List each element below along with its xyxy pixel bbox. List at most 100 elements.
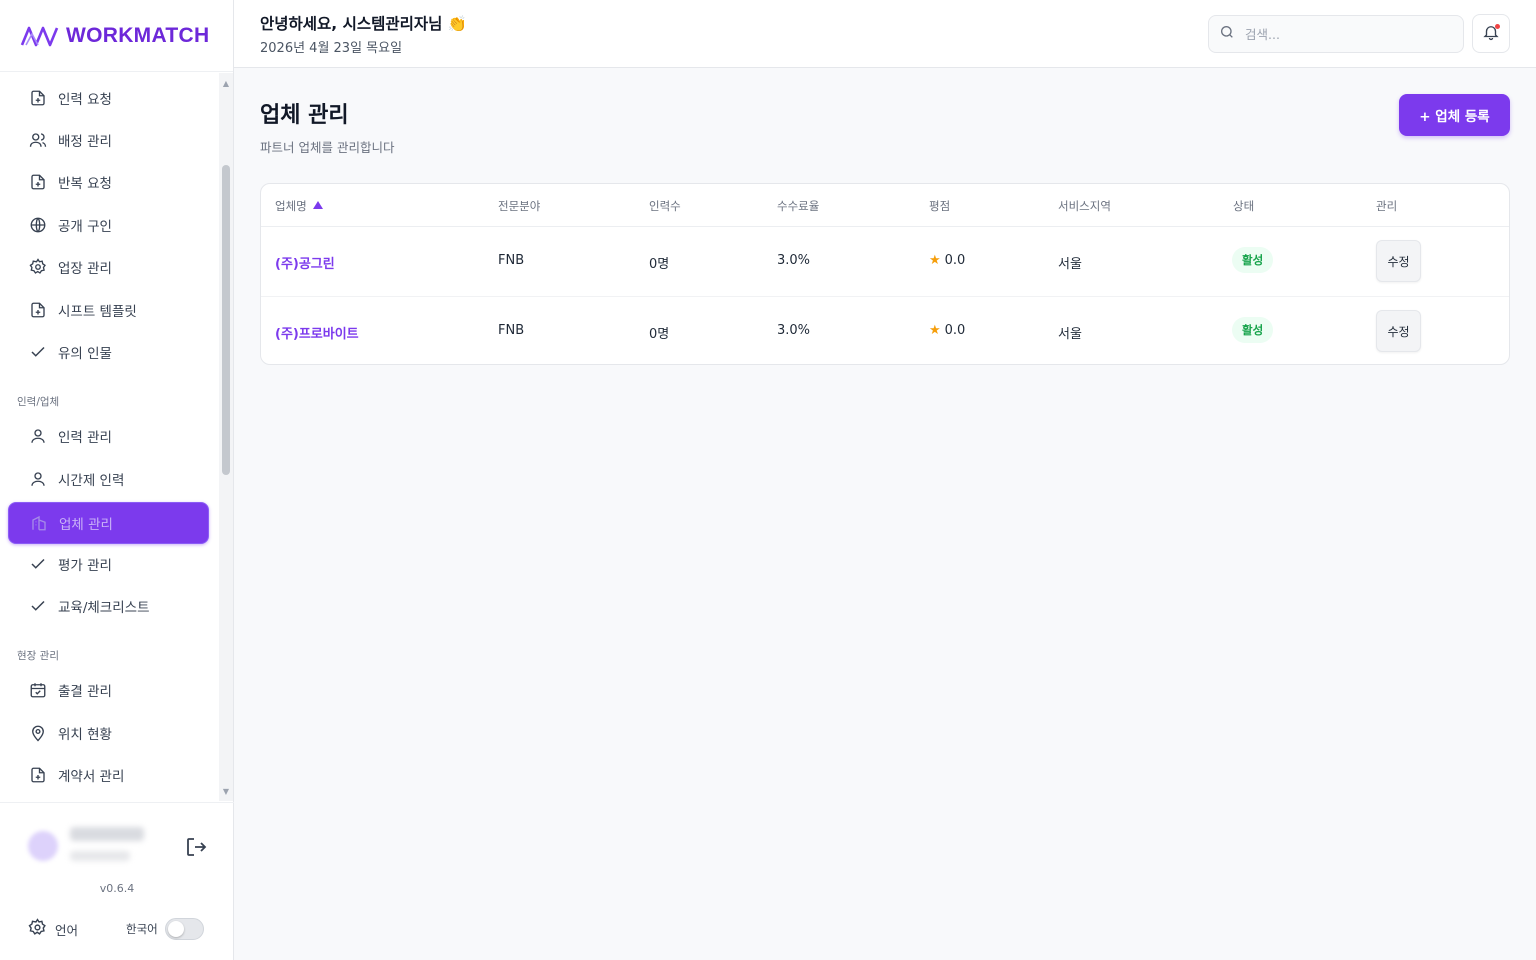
user-icon bbox=[28, 469, 48, 489]
sidebar-item-label: 교육/체크리스트 bbox=[58, 600, 150, 616]
vendor-region: 서울 bbox=[1058, 257, 1082, 272]
sidebar-item-label: 인력 관리 bbox=[58, 430, 112, 446]
sidebar-item-evaluation[interactable]: 평가 관리 bbox=[8, 543, 209, 585]
section-label-site: 현장 관리 bbox=[17, 650, 59, 662]
check-icon bbox=[28, 596, 48, 616]
sidebar-item-shift-template[interactable]: 시프트 템플릿 bbox=[8, 289, 209, 331]
sidebar-footer: v0.6.4 언어 한국어 bbox=[0, 802, 234, 960]
vendor-name-link[interactable]: (주)프로바이트 bbox=[275, 323, 359, 342]
sidebar-item-workplace[interactable]: 업장 관리 bbox=[8, 246, 209, 288]
file-plus-icon bbox=[28, 300, 48, 320]
user-icon bbox=[28, 426, 48, 446]
sidebar-item-staff-request[interactable]: 인력 요청 bbox=[8, 77, 209, 119]
notification-dot bbox=[1495, 24, 1500, 29]
sidebar-item-label: 반복 요청 bbox=[58, 176, 112, 192]
sidebar-item-label: 인력 요청 bbox=[58, 92, 112, 108]
check-icon bbox=[28, 342, 48, 362]
sidebar-scrollbar[interactable]: ▲ ▼ bbox=[219, 73, 233, 801]
scroll-down-icon[interactable]: ▼ bbox=[221, 787, 231, 797]
app-version: v0.6.4 bbox=[99, 882, 135, 895]
star-icon: ★ bbox=[929, 253, 941, 268]
sidebar: WORKMATCH 인력 요청 배정 관리 반복 요청 공개 구인 업장 관리 … bbox=[0, 0, 234, 960]
language-setting[interactable]: 언어 bbox=[28, 918, 78, 940]
vendor-region: 서울 bbox=[1058, 327, 1082, 342]
sidebar-item-staff[interactable]: 인력 관리 bbox=[8, 415, 209, 457]
map-pin-icon bbox=[28, 723, 48, 743]
file-plus-icon bbox=[28, 88, 48, 108]
user-role-redacted bbox=[70, 851, 130, 861]
sidebar-item-label: 시간제 인력 bbox=[58, 473, 125, 489]
sort-asc-icon bbox=[312, 201, 323, 209]
star-icon: ★ bbox=[929, 323, 941, 338]
file-plus-icon bbox=[28, 765, 48, 785]
add-vendor-button[interactable]: + 업체 등록 bbox=[1399, 94, 1510, 136]
column-header-actions: 관리 bbox=[1376, 199, 1398, 213]
language-value: 한국어 bbox=[126, 922, 158, 936]
page-subtitle: 파트너 업체를 관리합니다 bbox=[260, 140, 395, 155]
column-header-name[interactable]: 업체명 bbox=[275, 198, 323, 214]
logo-mark-icon bbox=[20, 26, 59, 46]
sidebar-item-contracts[interactable]: 계약서 관리 bbox=[8, 754, 209, 796]
vendor-field: FNB bbox=[498, 323, 525, 338]
edit-button[interactable]: 수정 bbox=[1376, 310, 1421, 352]
vendor-name-link[interactable]: (주)공그린 bbox=[275, 253, 335, 272]
gear-icon bbox=[28, 257, 48, 277]
calendar-icon bbox=[28, 680, 48, 700]
sidebar-item-label: 시프트 템플릿 bbox=[58, 304, 137, 320]
edit-button[interactable]: 수정 bbox=[1376, 240, 1421, 282]
check-icon bbox=[28, 554, 48, 574]
column-header-fee: 수수료율 bbox=[777, 199, 820, 213]
search-box[interactable] bbox=[1208, 15, 1464, 53]
sidebar-item-label: 유의 인물 bbox=[58, 346, 112, 362]
logout-icon[interactable] bbox=[184, 835, 208, 863]
sidebar-item-label: 평가 관리 bbox=[58, 558, 112, 574]
notification-button[interactable] bbox=[1472, 14, 1510, 53]
search-icon bbox=[1219, 24, 1235, 44]
sidebar-item-attendance[interactable]: 출결 관리 bbox=[8, 669, 209, 711]
top-header: 안녕하세요, 시스템관리자님 👏 2026년 4월 23일 목요일 bbox=[234, 0, 1536, 68]
sidebar-item-label: 업장 관리 bbox=[58, 261, 112, 277]
sidebar-item-part-time[interactable]: 시간제 인력 bbox=[8, 458, 209, 500]
sidebar-item-label: 위치 현황 bbox=[58, 727, 112, 743]
scrollbar-thumb[interactable] bbox=[222, 165, 230, 475]
sidebar-item-recurring-request[interactable]: 반복 요청 bbox=[8, 161, 209, 203]
sidebar-item-public-hiring[interactable]: 공개 구인 bbox=[8, 204, 209, 246]
greeting: 안녕하세요, 시스템관리자님 👏 bbox=[260, 15, 468, 33]
vendor-rating: ★ 0.0 bbox=[929, 253, 966, 268]
scroll-up-icon[interactable]: ▲ bbox=[221, 79, 231, 89]
vendor-fee-rate: 3.0% bbox=[777, 323, 811, 338]
sidebar-item-watchlist[interactable]: 유의 인물 bbox=[8, 331, 209, 373]
gear-icon bbox=[28, 918, 47, 940]
logo[interactable]: WORKMATCH bbox=[0, 0, 233, 72]
vendor-staff-count: 0명 bbox=[649, 257, 670, 272]
users-icon bbox=[28, 130, 48, 150]
column-header-field: 전문분야 bbox=[498, 199, 541, 213]
sidebar-item-vendors[interactable]: 업체 관리 bbox=[8, 502, 209, 544]
status-badge: 활성 bbox=[1232, 317, 1274, 343]
avatar[interactable] bbox=[28, 831, 58, 861]
toggle-knob bbox=[168, 921, 184, 937]
search-input[interactable] bbox=[1245, 26, 1445, 42]
globe-icon bbox=[28, 215, 48, 235]
status-badge: 활성 bbox=[1232, 247, 1274, 273]
sidebar-item-location[interactable]: 위치 현황 bbox=[8, 712, 209, 754]
column-header-status: 상태 bbox=[1233, 199, 1255, 213]
sidebar-item-label: 업체 관리 bbox=[59, 517, 113, 533]
vendor-staff-count: 0명 bbox=[649, 327, 670, 342]
sidebar-item-label: 계약서 관리 bbox=[58, 769, 125, 785]
column-header-count: 인력수 bbox=[649, 199, 681, 213]
language-toggle[interactable] bbox=[165, 918, 204, 940]
table-row: (주)공그린 FNB 0명 3.0% ★ 0.0 서울 활성 수정 bbox=[261, 227, 1509, 296]
column-header-region: 서비스지역 bbox=[1058, 199, 1111, 213]
vendor-field: FNB bbox=[498, 253, 525, 268]
building-icon bbox=[29, 513, 49, 533]
sidebar-item-assignment[interactable]: 배정 관리 bbox=[8, 119, 209, 161]
user-name-redacted bbox=[70, 827, 144, 841]
vendor-fee-rate: 3.0% bbox=[777, 253, 811, 268]
language-label: 언어 bbox=[55, 922, 79, 938]
vendor-rating: ★ 0.0 bbox=[929, 323, 966, 338]
page-title: 업체 관리 bbox=[260, 103, 349, 128]
sidebar-nav: 인력 요청 배정 관리 반복 요청 공개 구인 업장 관리 시프트 템플릿 유의… bbox=[0, 73, 219, 801]
sidebar-item-training[interactable]: 교육/체크리스트 bbox=[8, 585, 209, 627]
sidebar-item-label: 공개 구인 bbox=[58, 219, 112, 235]
